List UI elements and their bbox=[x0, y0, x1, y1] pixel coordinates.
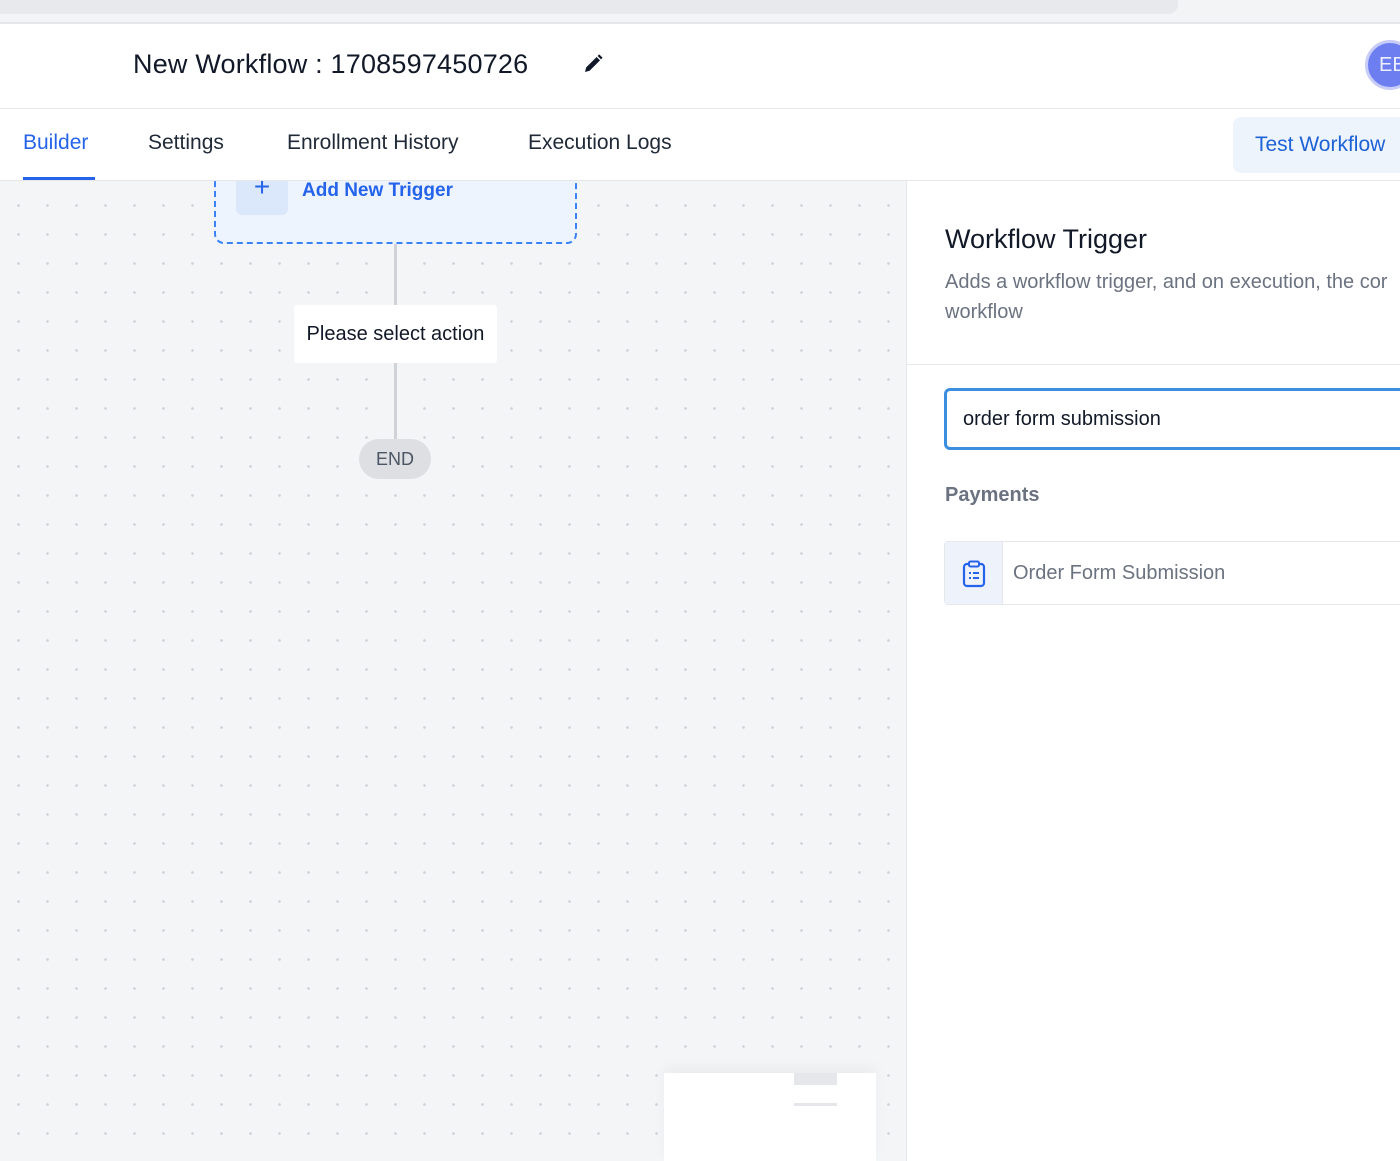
test-workflow-button[interactable]: Test Workflow bbox=[1233, 117, 1400, 173]
workflow-title: New Workflow : 1708597450726 bbox=[133, 49, 529, 79]
panel-description: Adds a workflow trigger, and on executio… bbox=[945, 267, 1400, 327]
panel-title: Workflow Trigger bbox=[945, 224, 1148, 254]
trigger-option-order-form-submission[interactable]: Order Form Submission bbox=[944, 541, 1400, 605]
tab-execution-logs[interactable]: Execution Logs bbox=[528, 131, 672, 155]
group-label-payments: Payments bbox=[945, 484, 1040, 506]
connector-line bbox=[394, 363, 397, 439]
tab-enrollment-history[interactable]: Enrollment History bbox=[287, 131, 459, 155]
tab-settings[interactable]: Settings bbox=[148, 131, 224, 155]
trigger-search-input[interactable] bbox=[944, 388, 1400, 450]
connector-line bbox=[394, 244, 397, 305]
minimap-node bbox=[794, 1103, 837, 1106]
end-node: END bbox=[359, 439, 431, 479]
tab-bar: Builder Settings Enrollment History Exec… bbox=[0, 109, 1400, 181]
active-tab-indicator bbox=[23, 177, 95, 180]
workflow-canvas[interactable]: + Add New Trigger Please select action E… bbox=[0, 181, 906, 1161]
browser-chrome-strip bbox=[0, 0, 1400, 24]
divider bbox=[907, 364, 1400, 365]
plus-icon: + bbox=[236, 181, 288, 215]
workflow-header: New Workflow : 1708597450726 EB bbox=[0, 24, 1400, 109]
result-icon-container bbox=[945, 542, 1003, 604]
trigger-side-panel: Workflow Trigger Adds a workflow trigger… bbox=[906, 181, 1400, 1161]
minimap-node bbox=[794, 1073, 837, 1085]
user-avatar[interactable]: EB bbox=[1365, 40, 1400, 90]
browser-address-bar[interactable] bbox=[0, 0, 1178, 14]
edit-pencil-icon[interactable] bbox=[581, 52, 605, 76]
select-action-node[interactable]: Please select action bbox=[294, 305, 497, 363]
panel-description-line: workflow bbox=[945, 301, 1023, 323]
tab-builder[interactable]: Builder bbox=[23, 131, 88, 155]
result-label: Order Form Submission bbox=[1013, 562, 1226, 584]
add-trigger-label: Add New Trigger bbox=[302, 181, 453, 201]
canvas-minimap[interactable] bbox=[664, 1073, 876, 1161]
panel-description-line: Adds a workflow trigger, and on executio… bbox=[945, 271, 1388, 293]
add-trigger-box[interactable]: + Add New Trigger bbox=[214, 181, 577, 244]
